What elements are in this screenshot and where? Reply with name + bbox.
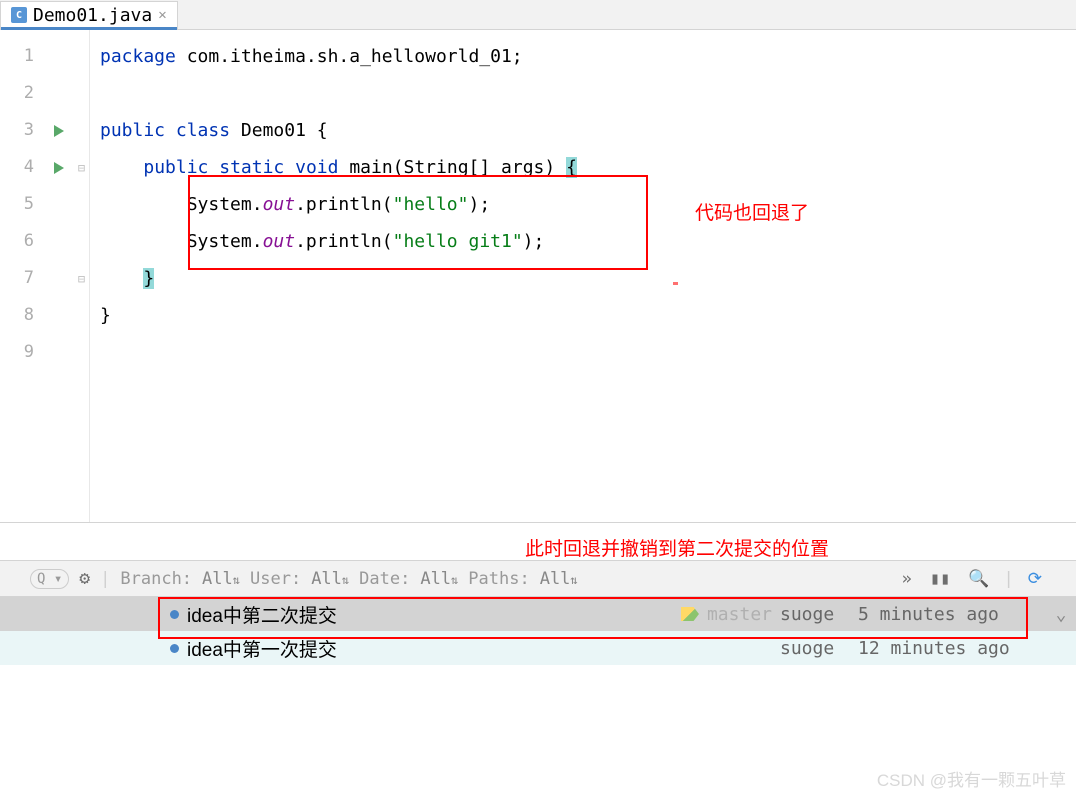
commit-dot-icon	[170, 610, 179, 619]
file-tab[interactable]: C Demo01.java ✕	[0, 1, 178, 29]
commit-time: 12 minutes ago	[858, 638, 1038, 659]
run-gutter	[44, 30, 74, 522]
tag-icon	[681, 607, 699, 621]
search-field[interactable]: Q ▾	[30, 569, 69, 589]
fold-gutter: ⊟ ⊟	[74, 30, 89, 522]
commit-author: suoge	[780, 604, 850, 625]
pause-icon[interactable]: ▮▮	[926, 569, 954, 589]
git-log-panel: Q ▾ | Branch: All⇅ User: All⇅ Date: All⇅…	[0, 560, 1076, 665]
tab-filename: Demo01.java	[33, 5, 152, 26]
caret-icon	[673, 282, 678, 285]
commit-message: idea中第二次提交	[187, 601, 673, 628]
find-icon[interactable]: 🔍	[964, 569, 993, 589]
paths-filter-label: Paths:	[468, 569, 529, 589]
branch-label: master	[707, 604, 772, 625]
refresh-icon[interactable]: ⟳	[1024, 569, 1046, 589]
run-class-icon[interactable]	[54, 125, 64, 137]
user-filter[interactable]: All⇅	[311, 569, 349, 589]
gear-icon[interactable]	[79, 568, 90, 589]
expand-icon[interactable]: ⌄	[1046, 604, 1076, 625]
commit-author: suoge	[780, 638, 850, 659]
commit-list: idea中第二次提交 master suoge 5 minutes ago ⌄ …	[0, 597, 1076, 665]
gutter: 1 2 3 4 5 6 7 8 9 ⊟ ⊟	[0, 30, 90, 522]
more-icon[interactable]: »	[898, 569, 916, 589]
branch-filter-label: Branch:	[120, 569, 192, 589]
paths-filter[interactable]: All⇅	[540, 569, 578, 589]
close-tab-icon[interactable]: ✕	[158, 7, 166, 23]
line-numbers: 1 2 3 4 5 6 7 8 9	[10, 30, 44, 522]
panel-divider	[0, 522, 1076, 560]
commit-message: idea中第一次提交	[187, 635, 772, 662]
branch-filter[interactable]: All⇅	[202, 569, 240, 589]
commit-row[interactable]: idea中第一次提交 suoge 12 minutes ago	[0, 631, 1076, 665]
tab-bar: C Demo01.java ✕	[0, 0, 1076, 30]
commit-row[interactable]: idea中第二次提交 master suoge 5 minutes ago ⌄	[0, 597, 1076, 631]
code-content[interactable]: package com.itheima.sh.a_helloworld_01; …	[90, 30, 1076, 522]
commit-time: 5 minutes ago	[858, 604, 1038, 625]
class-file-icon: C	[11, 7, 27, 23]
commit-dot-icon	[170, 644, 179, 653]
git-toolbar: Q ▾ | Branch: All⇅ User: All⇅ Date: All⇅…	[0, 561, 1076, 597]
date-filter[interactable]: All⇅	[420, 569, 458, 589]
user-filter-label: User:	[250, 569, 301, 589]
watermark: CSDN @我有一颗五叶草	[877, 766, 1066, 791]
fold-end-icon[interactable]: ⊟	[74, 260, 89, 297]
run-main-icon[interactable]	[54, 162, 64, 174]
fold-icon[interactable]: ⊟	[74, 149, 89, 186]
code-editor[interactable]: 1 2 3 4 5 6 7 8 9 ⊟ ⊟ package com.ith	[0, 30, 1076, 522]
date-filter-label: Date:	[359, 569, 410, 589]
